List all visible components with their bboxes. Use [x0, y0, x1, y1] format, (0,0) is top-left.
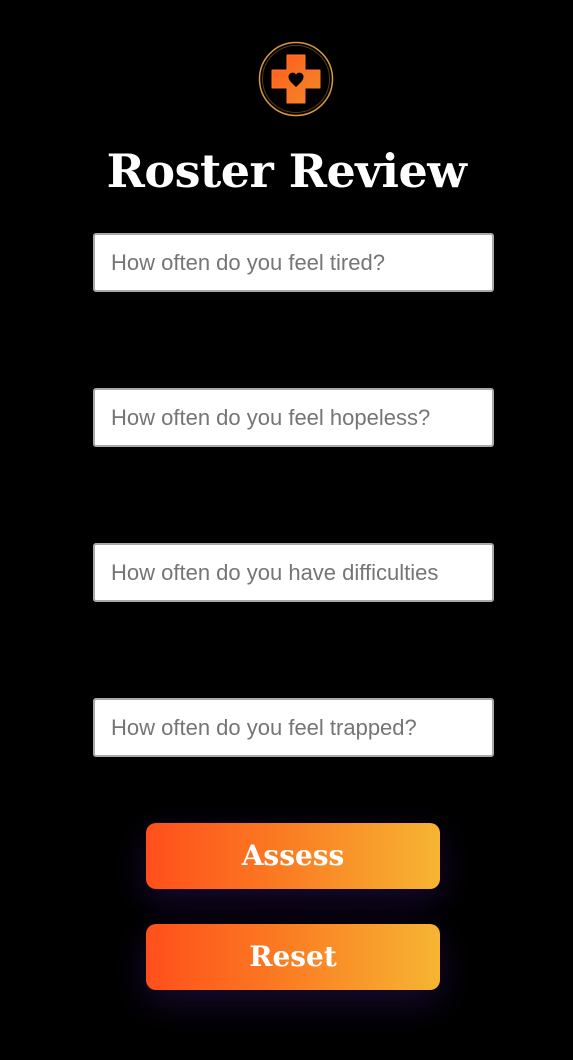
- reset-button[interactable]: Reset: [146, 924, 440, 990]
- page-title: Roster Review: [106, 144, 467, 198]
- assess-button[interactable]: Assess: [146, 823, 440, 889]
- trapped-question-input[interactable]: [93, 698, 494, 757]
- logo-icon: [258, 41, 334, 117]
- difficulties-question-input[interactable]: [93, 543, 494, 602]
- hopeless-question-input[interactable]: [93, 388, 494, 447]
- tired-question-input[interactable]: [93, 233, 494, 292]
- medical-cross-heart-icon: [258, 41, 334, 117]
